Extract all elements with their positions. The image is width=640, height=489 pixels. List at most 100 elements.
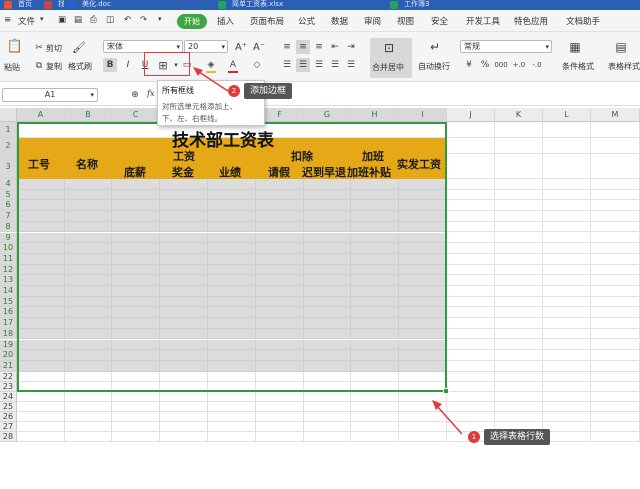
cell[interactable]: [495, 275, 543, 286]
print-preview-icon[interactable]: ◫: [106, 15, 114, 25]
cell[interactable]: [399, 432, 447, 443]
cell[interactable]: [447, 179, 495, 190]
row-header[interactable]: 8: [0, 221, 17, 233]
cell[interactable]: [543, 432, 591, 443]
menu-item[interactable]: 审阅: [364, 15, 381, 27]
number-format-select[interactable]: 常规 ▾: [460, 40, 552, 53]
copy-button[interactable]: 复制: [46, 61, 62, 72]
wrap-text-icon[interactable]: ↵: [428, 40, 442, 54]
cell[interactable]: [591, 381, 640, 392]
cell[interactable]: [256, 432, 304, 443]
cell[interactable]: [495, 253, 543, 265]
cell[interactable]: [495, 232, 543, 244]
cell[interactable]: [495, 360, 543, 372]
row-header[interactable]: 28: [0, 432, 17, 443]
cell[interactable]: [543, 391, 591, 402]
row-header[interactable]: 13: [0, 275, 17, 286]
cell[interactable]: [495, 307, 543, 319]
cell[interactable]: [256, 391, 304, 402]
bold-button[interactable]: B: [103, 58, 117, 72]
cell[interactable]: [543, 221, 591, 233]
cell[interactable]: [543, 307, 591, 319]
doc-tab-0[interactable]: 首页: [0, 0, 40, 10]
cell[interactable]: [256, 401, 304, 412]
row-header[interactable]: 27: [0, 422, 17, 433]
cell[interactable]: [495, 296, 543, 308]
cell[interactable]: [591, 253, 640, 265]
cell[interactable]: [591, 371, 640, 382]
cell[interactable]: [447, 211, 495, 222]
cell[interactable]: [304, 401, 351, 412]
cell[interactable]: [591, 350, 640, 361]
undo-icon[interactable]: ↶: [124, 15, 131, 25]
row-header[interactable]: 21: [0, 360, 17, 372]
menu-item[interactable]: 文档助手: [566, 15, 600, 27]
column-header[interactable]: L: [543, 108, 591, 122]
merge-center-button[interactable]: ⊡ 合并居中: [370, 38, 412, 78]
row-header[interactable]: 11: [0, 253, 17, 265]
cell[interactable]: [543, 371, 591, 382]
cell[interactable]: [447, 122, 495, 138]
row-header[interactable]: 9: [0, 232, 17, 244]
cell[interactable]: [543, 401, 591, 412]
save-icon[interactable]: ▣: [58, 15, 66, 25]
indent-increase-icon[interactable]: ⇥: [344, 40, 358, 54]
cell[interactable]: [447, 339, 495, 351]
cell[interactable]: [495, 391, 543, 402]
clear-icon[interactable]: ◇: [250, 58, 264, 72]
cell[interactable]: [591, 296, 640, 308]
row-header[interactable]: 23: [0, 381, 17, 392]
cell[interactable]: [495, 412, 543, 423]
cell[interactable]: [591, 412, 640, 423]
menu-item[interactable]: 页面布局: [250, 15, 284, 27]
cell[interactable]: [112, 422, 160, 433]
cell[interactable]: [591, 422, 640, 433]
cell[interactable]: [447, 154, 495, 179]
cell[interactable]: [208, 422, 256, 433]
cell[interactable]: [495, 179, 543, 190]
table-style-icon[interactable]: ▤: [614, 40, 628, 54]
cell[interactable]: [591, 328, 640, 340]
align-center-icon[interactable]: ☰: [296, 58, 310, 72]
cell[interactable]: [447, 243, 495, 254]
cell[interactable]: [591, 221, 640, 233]
percent-icon[interactable]: %: [478, 58, 492, 72]
column-header[interactable]: A: [17, 108, 65, 122]
menu-file[interactable]: 文件: [18, 15, 35, 27]
cell[interactable]: [543, 286, 591, 297]
cell[interactable]: [351, 412, 399, 423]
cell[interactable]: [160, 422, 208, 433]
cell[interactable]: [543, 264, 591, 276]
cell[interactable]: [112, 401, 160, 412]
decimal-decrease-icon[interactable]: -.0: [530, 58, 544, 72]
column-header[interactable]: K: [495, 108, 543, 122]
align-middle-icon[interactable]: ≡: [296, 40, 310, 54]
cut-button[interactable]: 剪切: [46, 43, 62, 54]
cell[interactable]: [447, 401, 495, 412]
cell[interactable]: [399, 401, 447, 412]
cell[interactable]: [447, 360, 495, 372]
align-bottom-icon[interactable]: ≡: [312, 40, 326, 54]
conditional-format-button[interactable]: 条件格式: [562, 61, 594, 72]
cell[interactable]: [160, 401, 208, 412]
cell[interactable]: [543, 318, 591, 329]
menu-item[interactable]: 安全: [431, 15, 448, 27]
cell[interactable]: [495, 264, 543, 276]
cell[interactable]: [495, 339, 543, 351]
cell[interactable]: [304, 422, 351, 433]
cell[interactable]: [208, 391, 256, 402]
cell[interactable]: [256, 422, 304, 433]
cell[interactable]: [543, 360, 591, 372]
cell[interactable]: [543, 122, 591, 138]
cell[interactable]: [495, 350, 543, 361]
cell[interactable]: [495, 371, 543, 382]
doc-tab-1[interactable]: 找稻壳模板: [40, 0, 64, 10]
copy-icon[interactable]: ⧉: [32, 59, 46, 73]
cell[interactable]: [543, 179, 591, 190]
cell[interactable]: [543, 275, 591, 286]
font-grow-icon[interactable]: A⁺: [234, 40, 248, 54]
cell[interactable]: [495, 243, 543, 254]
cell[interactable]: [112, 412, 160, 423]
cell[interactable]: [543, 328, 591, 340]
row-header[interactable]: 20: [0, 350, 17, 361]
